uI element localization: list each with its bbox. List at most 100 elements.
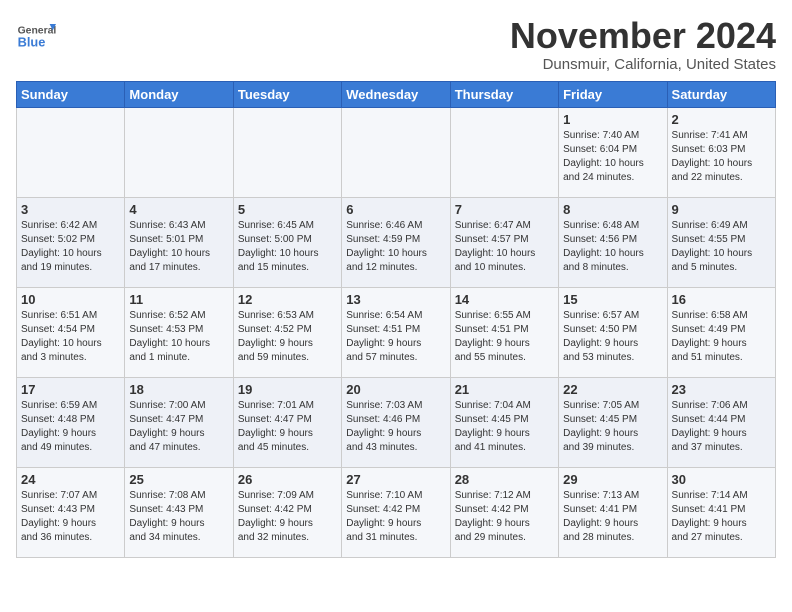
calendar-cell: 7Sunrise: 6:47 AM Sunset: 4:57 PM Daylig… [450, 197, 558, 287]
day-number: 5 [238, 202, 337, 217]
location-title: Dunsmuir, California, United States [510, 56, 776, 73]
day-info: Sunrise: 6:45 AM Sunset: 5:00 PM Dayligh… [238, 219, 337, 275]
day-info: Sunrise: 6:54 AM Sunset: 4:51 PM Dayligh… [346, 309, 445, 365]
day-info: Sunrise: 7:41 AM Sunset: 6:03 PM Dayligh… [672, 129, 771, 185]
day-number: 2 [672, 112, 771, 127]
calendar-week-row: 10 Sunrise: 6:51 AM Sunset: 4:54 PM Dayli… [17, 287, 776, 377]
day-info: Sunrise: 6:42 AM Sunset: 5:02 PM Dayligh… [21, 219, 120, 275]
day-number: 10 [21, 292, 120, 307]
calendar-cell: 19Sunrise: 7:01 AM Sunset: 4:47 PM Dayli… [233, 377, 341, 467]
day-number: 30 [672, 472, 771, 487]
title-block: November 2024 Dunsmuir, California, Unit… [510, 16, 776, 73]
day-number: 1 [563, 112, 662, 127]
day-info: Sunrise: 6:46 AM Sunset: 4:59 PM Dayligh… [346, 219, 445, 275]
logo-icon: General Blue [16, 16, 56, 56]
calendar-cell: 5 Sunrise: 6:45 AM Sunset: 5:00 PM Daylig… [233, 197, 341, 287]
calendar-cell: 28 Sunrise: 7:12 AM Sunset: 4:42 PM Dayli… [450, 467, 558, 557]
calendar-cell: 13 Sunrise: 6:54 AM Sunset: 4:51 PM Dayli… [342, 287, 450, 377]
day-info: Sunrise: 6:55 AM Sunset: 4:51 PM Dayligh… [455, 309, 554, 365]
weekday-header-cell: Thursday [450, 81, 558, 107]
day-number: 23 [672, 382, 771, 397]
day-number: 3 [21, 202, 120, 217]
day-number: 18 [129, 382, 228, 397]
calendar-week-row: 17Sunrise: 6:59 AM Sunset: 4:48 PM Dayli… [17, 377, 776, 467]
weekday-header-row: SundayMondayTuesdayWednesdayThursdayFrid… [17, 81, 776, 107]
calendar-cell: 30Sunrise: 7:14 AM Sunset: 4:41 PM Dayli… [667, 467, 775, 557]
calendar-week-row: 24 Sunrise: 7:07 AM Sunset: 4:43 PM Dayli… [17, 467, 776, 557]
weekday-header-cell: Friday [559, 81, 667, 107]
calendar-cell: 29 Sunrise: 7:13 AM Sunset: 4:41 PM Dayli… [559, 467, 667, 557]
day-info: Sunrise: 7:13 AM Sunset: 4:41 PM Dayligh… [563, 489, 662, 545]
calendar-cell: 3 Sunrise: 6:42 AM Sunset: 5:02 PM Daylig… [17, 197, 125, 287]
day-info: Sunrise: 6:58 AM Sunset: 4:49 PM Dayligh… [672, 309, 771, 365]
day-info: Sunrise: 7:09 AM Sunset: 4:42 PM Dayligh… [238, 489, 337, 545]
day-number: 6 [346, 202, 445, 217]
day-info: Sunrise: 7:10 AM Sunset: 4:42 PM Dayligh… [346, 489, 445, 545]
calendar-cell: 20Sunrise: 7:03 AM Sunset: 4:46 PM Dayli… [342, 377, 450, 467]
calendar-cell: 17Sunrise: 6:59 AM Sunset: 4:48 PM Dayli… [17, 377, 125, 467]
day-number: 25 [129, 472, 228, 487]
day-number: 26 [238, 472, 337, 487]
calendar-cell: 6 Sunrise: 6:46 AM Sunset: 4:59 PM Daylig… [342, 197, 450, 287]
day-info: Sunrise: 7:00 AM Sunset: 4:47 PM Dayligh… [129, 399, 228, 455]
day-number: 24 [21, 472, 120, 487]
calendar-cell: 10 Sunrise: 6:51 AM Sunset: 4:54 PM Dayli… [17, 287, 125, 377]
calendar-week-row: 3 Sunrise: 6:42 AM Sunset: 5:02 PM Daylig… [17, 197, 776, 287]
day-info: Sunrise: 7:05 AM Sunset: 4:45 PM Dayligh… [563, 399, 662, 455]
weekday-header-cell: Tuesday [233, 81, 341, 107]
calendar-cell: 8Sunrise: 6:48 AM Sunset: 4:56 PM Daylig… [559, 197, 667, 287]
day-info: Sunrise: 7:12 AM Sunset: 4:42 PM Dayligh… [455, 489, 554, 545]
day-info: Sunrise: 6:49 AM Sunset: 4:55 PM Dayligh… [672, 219, 771, 275]
day-number: 15 [563, 292, 662, 307]
calendar-body: 1 Sunrise: 7:40 AM Sunset: 6:04 PM Daylig… [17, 107, 776, 557]
day-info: Sunrise: 7:04 AM Sunset: 4:45 PM Dayligh… [455, 399, 554, 455]
day-number: 16 [672, 292, 771, 307]
calendar-cell [233, 107, 341, 197]
day-number: 12 [238, 292, 337, 307]
weekday-header-cell: Sunday [17, 81, 125, 107]
day-number: 22 [563, 382, 662, 397]
day-info: Sunrise: 6:48 AM Sunset: 4:56 PM Dayligh… [563, 219, 662, 275]
day-info: Sunrise: 7:40 AM Sunset: 6:04 PM Dayligh… [563, 129, 662, 185]
calendar-cell: 22 Sunrise: 7:05 AM Sunset: 4:45 PM Dayli… [559, 377, 667, 467]
calendar-cell [450, 107, 558, 197]
calendar-cell: 12Sunrise: 6:53 AM Sunset: 4:52 PM Dayli… [233, 287, 341, 377]
calendar-cell: 1 Sunrise: 7:40 AM Sunset: 6:04 PM Daylig… [559, 107, 667, 197]
calendar-cell: 26 Sunrise: 7:09 AM Sunset: 4:42 PM Dayli… [233, 467, 341, 557]
calendar-week-row: 1 Sunrise: 7:40 AM Sunset: 6:04 PM Daylig… [17, 107, 776, 197]
calendar-cell: 18 Sunrise: 7:00 AM Sunset: 4:47 PM Dayli… [125, 377, 233, 467]
calendar-table: SundayMondayTuesdayWednesdayThursdayFrid… [16, 81, 776, 558]
calendar-cell: 11 Sunrise: 6:52 AM Sunset: 4:53 PM Dayli… [125, 287, 233, 377]
calendar-cell: 16 Sunrise: 6:58 AM Sunset: 4:49 PM Dayli… [667, 287, 775, 377]
svg-text:Blue: Blue [18, 34, 46, 49]
day-number: 28 [455, 472, 554, 487]
calendar-cell [17, 107, 125, 197]
weekday-header-cell: Wednesday [342, 81, 450, 107]
day-number: 13 [346, 292, 445, 307]
calendar-cell [125, 107, 233, 197]
day-number: 7 [455, 202, 554, 217]
weekday-header-cell: Saturday [667, 81, 775, 107]
day-number: 19 [238, 382, 337, 397]
calendar-cell: 23Sunrise: 7:06 AM Sunset: 4:44 PM Dayli… [667, 377, 775, 467]
day-number: 29 [563, 472, 662, 487]
day-number: 21 [455, 382, 554, 397]
day-number: 11 [129, 292, 228, 307]
day-info: Sunrise: 6:43 AM Sunset: 5:01 PM Dayligh… [129, 219, 228, 275]
calendar-cell: 25 Sunrise: 7:08 AM Sunset: 4:43 PM Dayli… [125, 467, 233, 557]
calendar-cell: 21 Sunrise: 7:04 AM Sunset: 4:45 PM Dayli… [450, 377, 558, 467]
calendar-cell: 14 Sunrise: 6:55 AM Sunset: 4:51 PM Dayli… [450, 287, 558, 377]
calendar-cell: 9Sunrise: 6:49 AM Sunset: 4:55 PM Daylig… [667, 197, 775, 287]
day-info: Sunrise: 7:08 AM Sunset: 4:43 PM Dayligh… [129, 489, 228, 545]
calendar-cell: 4 Sunrise: 6:43 AM Sunset: 5:01 PM Daylig… [125, 197, 233, 287]
day-number: 14 [455, 292, 554, 307]
weekday-header-cell: Monday [125, 81, 233, 107]
day-info: Sunrise: 7:07 AM Sunset: 4:43 PM Dayligh… [21, 489, 120, 545]
month-title: November 2024 [510, 16, 776, 56]
calendar-cell: 2 Sunrise: 7:41 AM Sunset: 6:03 PM Daylig… [667, 107, 775, 197]
day-info: Sunrise: 6:51 AM Sunset: 4:54 PM Dayligh… [21, 309, 120, 365]
day-info: Sunrise: 7:03 AM Sunset: 4:46 PM Dayligh… [346, 399, 445, 455]
day-number: 17 [21, 382, 120, 397]
day-info: Sunrise: 6:52 AM Sunset: 4:53 PM Dayligh… [129, 309, 228, 365]
day-number: 4 [129, 202, 228, 217]
